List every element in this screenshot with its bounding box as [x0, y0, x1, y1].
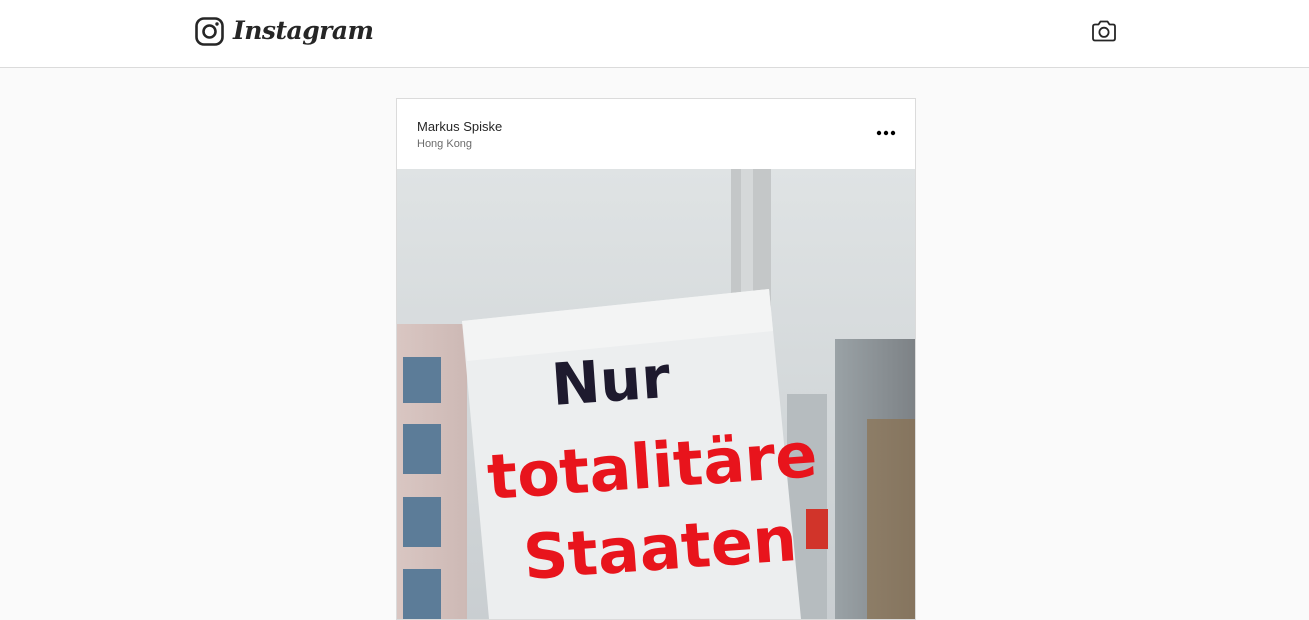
sign-line-1: Nur: [549, 343, 672, 419]
protest-sign-photo: Nur totalitäre Staaten: [397, 169, 915, 619]
post-location[interactable]: Hong Kong: [417, 138, 472, 150]
post-author-name[interactable]: Markus Spiske: [417, 119, 502, 134]
brand-logo-link[interactable]: Instagram: [195, 14, 374, 48]
post-card: Markus Spiske Hong Kong Nur totalitäre S…: [396, 98, 916, 620]
post-header: Markus Spiske Hong Kong: [397, 99, 915, 169]
instagram-glyph-icon: [195, 16, 224, 46]
camera-button[interactable]: [1091, 19, 1117, 43]
more-options-button[interactable]: [875, 126, 897, 140]
top-navigation-bar: Instagram: [0, 0, 1309, 68]
instagram-wordmark: Instagram: [233, 16, 374, 45]
more-options-icon: [876, 130, 896, 136]
camera-icon: [1092, 20, 1116, 42]
post-photo[interactable]: Nur totalitäre Staaten: [397, 169, 915, 619]
